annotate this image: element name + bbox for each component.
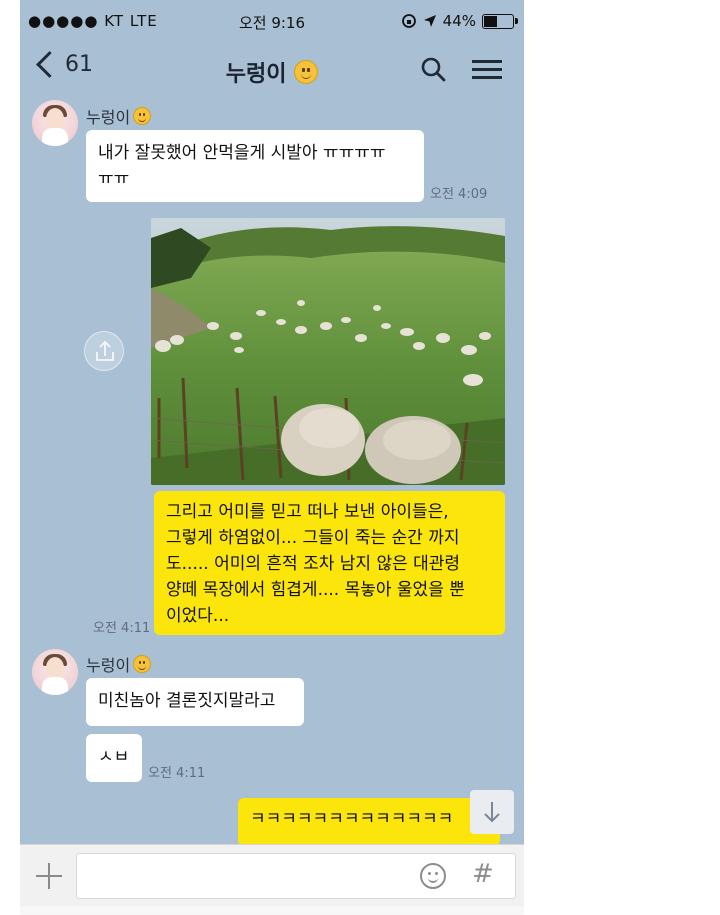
sheep-pasture-image (151, 218, 505, 485)
location-arrow-icon (423, 15, 436, 27)
message-bubble-incoming[interactable]: 내가 잘못했어 안먹을게 시발아 ㅠㅠㅠㅠ ㅠㅠ (86, 130, 424, 202)
sender-name: 누렁이 (86, 104, 152, 128)
message-text: 이었다... (166, 606, 230, 626)
phone-screen: ●●●●● KT LTE 오전 9:16 44% 61 누렁이 누렁이 내가 잘… (20, 0, 524, 915)
smile-emoji-icon (133, 107, 152, 125)
rotation-lock-icon (401, 14, 416, 28)
share-button[interactable] (84, 331, 124, 371)
menu-icon[interactable] (472, 56, 502, 82)
smile-emoji-icon (294, 60, 319, 84)
message-bubble-incoming[interactable]: ㅅㅂ (86, 734, 142, 782)
arrow-down-icon (484, 802, 500, 823)
status-bar: ●●●●● KT LTE 오전 9:16 44% (20, 0, 524, 44)
message-text: 그렇게 하염없이... 그들이 죽는 순간 까지 (166, 528, 460, 548)
message-input[interactable] (76, 853, 516, 899)
bottom-edge (20, 906, 524, 915)
message-text: ㅋㅋㅋㅋㅋㅋㅋㅋㅋㅋㅋㅋㅋ (250, 809, 454, 829)
smile-emoji-icon (133, 655, 152, 673)
avatar[interactable] (32, 649, 78, 695)
photo-message[interactable] (151, 218, 505, 485)
message-text: 미친놈아 결론짓지말라고 (98, 691, 276, 711)
search-icon[interactable] (420, 56, 446, 82)
message-timestamp: 오전 4:11 (148, 766, 206, 781)
message-text: 그리고 어미를 믿고 떠나 보낸 아이들은, (166, 502, 449, 522)
emoji-button[interactable] (420, 863, 446, 889)
battery-icon (482, 13, 518, 29)
chat-title-text: 누렁이 (225, 62, 287, 87)
chat-area[interactable]: 누렁이 내가 잘못했어 안먹을게 시발아 ㅠㅠㅠㅠ ㅠㅠ 오전 4:09 그리고… (20, 96, 524, 846)
message-text: 도..... 어미의 흔적 조차 남지 않은 대관령 (166, 554, 461, 574)
message-bubble-incoming[interactable]: 미친놈아 결론짓지말라고 (86, 678, 304, 726)
message-timestamp: 오전 4:09 (430, 187, 488, 202)
message-timestamp: 오전 4:11 (93, 621, 151, 636)
message-bubble-outgoing[interactable]: ㅋㅋㅋㅋㅋㅋㅋㅋㅋㅋㅋㅋㅋ (238, 798, 500, 846)
battery-percent: 44% (442, 12, 476, 30)
message-bubble-outgoing[interactable]: 그리고 어미를 믿고 떠나 보낸 아이들은, 그렇게 하염없이... 그들이 죽… (154, 491, 505, 635)
message-input-bar: # (20, 844, 524, 907)
sender-name: 누렁이 (86, 652, 152, 676)
chat-header: 61 누렁이 (20, 44, 524, 96)
message-text: ㅅㅂ (98, 747, 130, 767)
avatar[interactable] (32, 100, 78, 146)
attach-plus-button[interactable] (32, 859, 66, 893)
scroll-to-bottom-button[interactable] (470, 790, 514, 834)
status-right: 44% (401, 12, 518, 30)
hashtag-button[interactable]: # (472, 859, 494, 889)
share-icon (96, 340, 114, 361)
message-text: 내가 잘못했어 안먹을게 시발아 ㅠㅠㅠㅠ (98, 143, 386, 163)
message-text: 양떼 목장에서 힘겹게.... 목놓아 울었을 뿐 (166, 580, 465, 600)
chat-title: 누렁이 (20, 56, 524, 88)
message-text: ㅠㅠ (98, 169, 130, 189)
